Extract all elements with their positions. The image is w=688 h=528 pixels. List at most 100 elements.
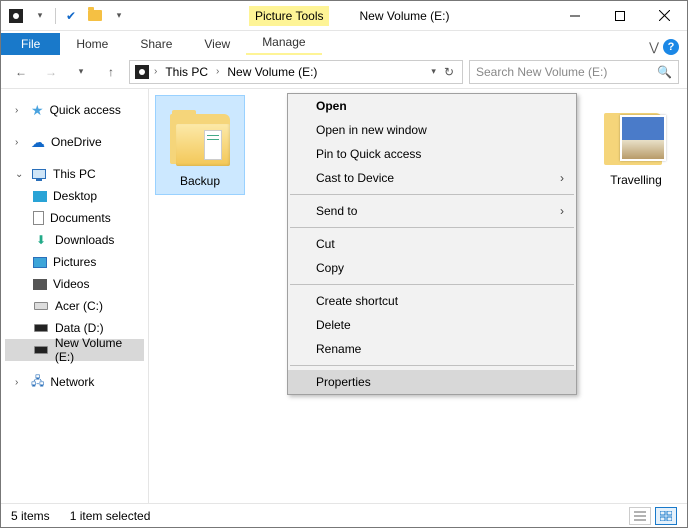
- breadcrumb-this-pc[interactable]: This PC: [161, 65, 212, 79]
- status-bar: 5 items 1 item selected: [1, 503, 687, 527]
- icons-view-button[interactable]: [655, 507, 677, 525]
- close-button[interactable]: [642, 1, 687, 31]
- folder-icon: [604, 101, 668, 169]
- network-icon: 🖧: [31, 372, 44, 393]
- ctx-rename[interactable]: Rename: [288, 337, 576, 361]
- ctx-pin-quick-access[interactable]: Pin to Quick access: [288, 142, 576, 166]
- address-bar-row: ← → ▾ ↑ › This PC › New Volume (E:) ▾ ↻ …: [1, 55, 687, 89]
- ctx-open[interactable]: Open: [288, 94, 576, 118]
- tree-label: OneDrive: [51, 135, 102, 149]
- tab-view[interactable]: View: [188, 33, 246, 55]
- tree-label: Downloads: [55, 233, 114, 247]
- tree-label: Pictures: [53, 255, 96, 269]
- drive-icon: [33, 298, 49, 314]
- tab-manage[interactable]: Manage: [246, 31, 321, 55]
- properties-check-icon[interactable]: ✔: [60, 5, 82, 27]
- tab-share[interactable]: Share: [124, 33, 188, 55]
- ribbon-context-tab: Picture Tools: [249, 6, 329, 26]
- tree-videos[interactable]: Videos: [5, 273, 144, 295]
- tree-label: Videos: [53, 277, 89, 291]
- chevron-down-icon[interactable]: ▾: [29, 5, 51, 27]
- monitor-icon: [31, 166, 47, 182]
- ctx-open-new-window[interactable]: Open in new window: [288, 118, 576, 142]
- details-view-button[interactable]: [629, 507, 651, 525]
- tree-onedrive[interactable]: ›☁OneDrive: [5, 131, 144, 153]
- drive-icon: [33, 342, 49, 358]
- ctx-copy[interactable]: Copy: [288, 256, 576, 280]
- folder-travelling[interactable]: Travelling: [591, 95, 681, 193]
- search-placeholder: Search New Volume (E:): [476, 65, 607, 79]
- ribbon-expand-icon[interactable]: ⋁: [649, 40, 659, 54]
- ctx-properties[interactable]: Properties: [288, 370, 576, 394]
- chevron-right-icon[interactable]: ›: [214, 66, 221, 77]
- cloud-icon: ☁: [31, 134, 45, 151]
- tab-home[interactable]: Home: [60, 33, 124, 55]
- tree-documents[interactable]: Documents: [5, 207, 144, 229]
- minimize-button[interactable]: [552, 1, 597, 31]
- tree-label: New Volume (E:): [55, 336, 144, 364]
- desktop-icon: [33, 191, 47, 202]
- drive-icon: [33, 320, 49, 336]
- view-switcher: [629, 507, 677, 525]
- tree-drive-e[interactable]: New Volume (E:): [5, 339, 144, 361]
- window-title: New Volume (E:): [359, 9, 449, 23]
- tree-drive-c[interactable]: Acer (C:): [5, 295, 144, 317]
- tree-pictures[interactable]: Pictures: [5, 251, 144, 273]
- ctx-separator: [290, 284, 574, 285]
- ctx-label: Cast to Device: [316, 171, 394, 185]
- ctx-separator: [290, 227, 574, 228]
- ctx-delete[interactable]: Delete: [288, 313, 576, 337]
- dropdown-icon[interactable]: ▾: [431, 66, 436, 77]
- folder-backup[interactable]: Backup: [155, 95, 245, 195]
- breadcrumb-current[interactable]: New Volume (E:): [223, 65, 321, 79]
- tree-label: Acer (C:): [55, 299, 103, 313]
- help-icon[interactable]: ?: [663, 39, 679, 55]
- tree-label: This PC: [53, 167, 96, 181]
- recent-locations-icon[interactable]: ▾: [69, 60, 93, 84]
- folder-label: Travelling: [610, 173, 662, 187]
- pictures-icon: [33, 257, 47, 268]
- context-menu: Open Open in new window Pin to Quick acc…: [287, 93, 577, 395]
- window-controls: [552, 1, 687, 31]
- location-folder-icon[interactable]: [84, 5, 106, 27]
- ctx-separator: [290, 194, 574, 195]
- status-item-count: 5 items: [11, 509, 50, 523]
- forward-button[interactable]: →: [39, 60, 63, 84]
- folder-icon: [168, 102, 232, 170]
- refresh-icon[interactable]: ↻: [444, 65, 454, 79]
- folder-label: Backup: [180, 174, 220, 188]
- chevron-right-icon: ›: [560, 204, 564, 218]
- ribbon-tabs: File Home Share View Manage ⋁ ?: [1, 31, 687, 55]
- chevron-bar-icon[interactable]: ▾: [108, 5, 130, 27]
- tree-quick-access[interactable]: ›★Quick access: [5, 99, 144, 121]
- chevron-right-icon: ›: [560, 171, 564, 185]
- documents-icon: [33, 211, 44, 225]
- tree-this-pc[interactable]: ⌄This PC: [5, 163, 144, 185]
- back-button[interactable]: ←: [9, 60, 33, 84]
- tree-downloads[interactable]: ⬇ Downloads: [5, 229, 144, 251]
- star-icon: ★: [31, 102, 44, 119]
- navigation-tree: ›★Quick access ›☁OneDrive ⌄This PC Deskt…: [1, 89, 149, 504]
- address-bar[interactable]: › This PC › New Volume (E:) ▾ ↻: [129, 60, 463, 84]
- tree-desktop[interactable]: Desktop: [5, 185, 144, 207]
- ctx-create-shortcut[interactable]: Create shortcut: [288, 289, 576, 313]
- chevron-right-icon[interactable]: ›: [152, 66, 159, 77]
- app-icon[interactable]: [5, 5, 27, 27]
- up-button[interactable]: ↑: [99, 60, 123, 84]
- maximize-button[interactable]: [597, 1, 642, 31]
- ctx-cut[interactable]: Cut: [288, 232, 576, 256]
- ctx-send-to[interactable]: Send to ›: [288, 199, 576, 223]
- downloads-icon: ⬇: [33, 232, 49, 248]
- ctx-cast-to-device[interactable]: Cast to Device ›: [288, 166, 576, 190]
- tree-network[interactable]: ›🖧Network: [5, 371, 144, 393]
- title-bar: ▾ ✔ ▾ Picture Tools New Volume (E:): [1, 1, 687, 31]
- search-input[interactable]: Search New Volume (E:) 🔍: [469, 60, 679, 84]
- ctx-separator: [290, 365, 574, 366]
- location-icon: [134, 64, 150, 80]
- ctx-label: Send to: [316, 204, 357, 218]
- tab-file[interactable]: File: [1, 33, 60, 55]
- quick-access-toolbar: ▾ ✔ ▾: [1, 1, 134, 30]
- status-selection-count: 1 item selected: [70, 509, 151, 523]
- tree-label: Desktop: [53, 189, 97, 203]
- tree-label: Documents: [50, 211, 111, 225]
